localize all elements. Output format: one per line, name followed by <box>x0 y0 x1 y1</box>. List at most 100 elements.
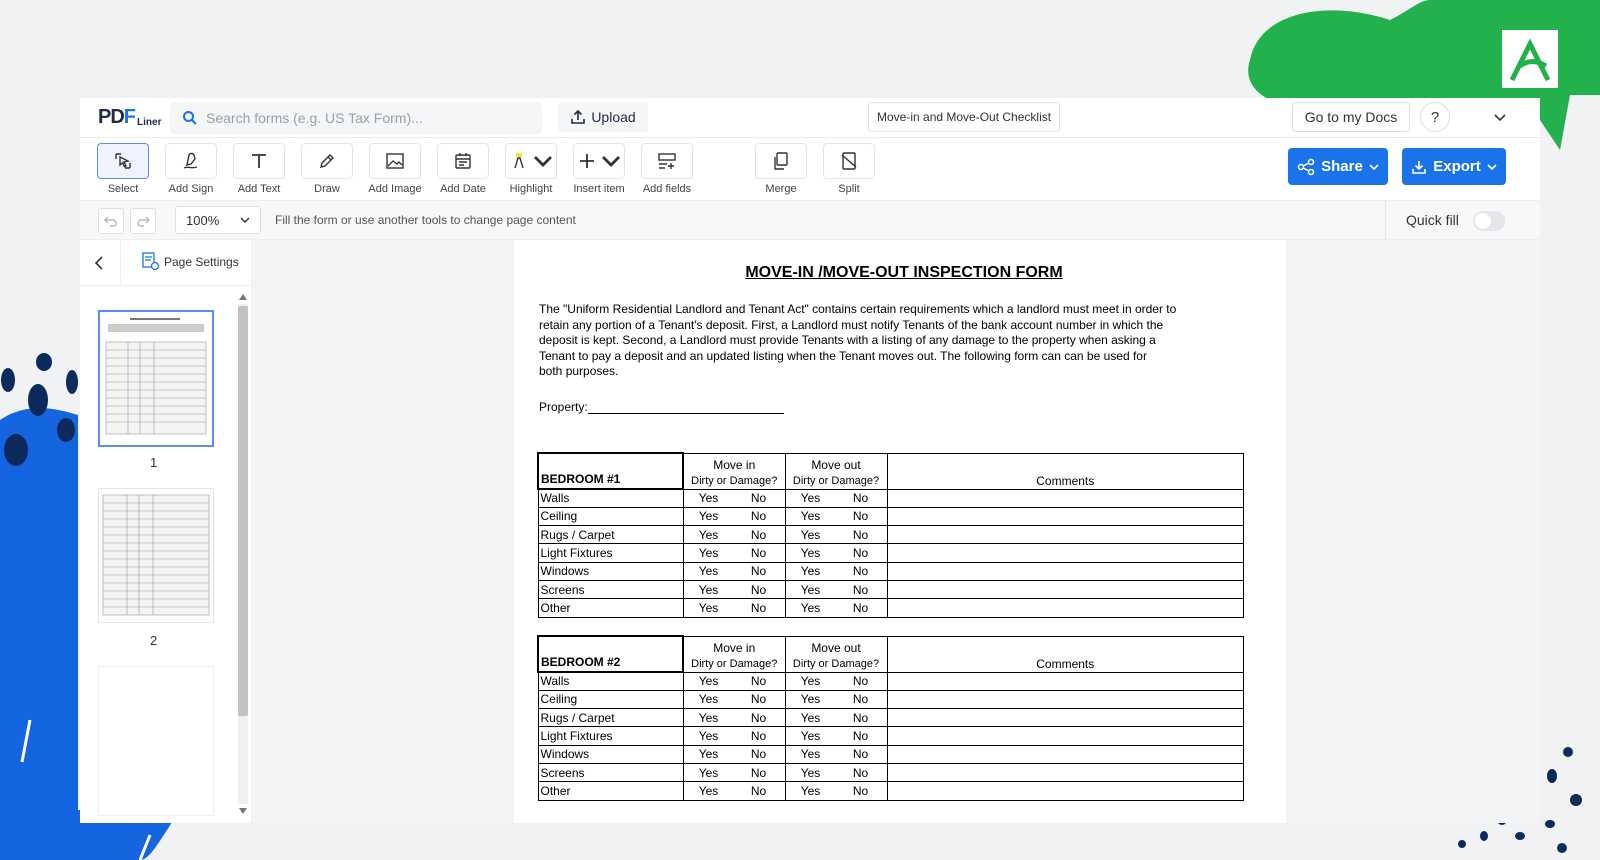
no-option[interactable]: No <box>734 728 784 744</box>
yes-option[interactable]: Yes <box>786 783 836 799</box>
no-option[interactable]: No <box>734 582 784 598</box>
move-in-choice[interactable]: Yes No <box>682 708 786 728</box>
move-in-choice[interactable]: Yes No <box>682 561 786 581</box>
select-tool[interactable]: Select <box>93 143 153 195</box>
zoom-select[interactable]: 100% <box>175 206 261 234</box>
yes-option[interactable]: Yes <box>786 710 836 726</box>
yes-option[interactable]: Yes <box>786 673 836 689</box>
move-out-choice[interactable]: Yes No <box>784 506 888 527</box>
move-in-choice[interactable]: Yes No <box>682 525 786 545</box>
move-out-choice[interactable]: Yes No <box>784 488 888 508</box>
no-option[interactable]: No <box>734 600 784 616</box>
yes-option[interactable]: Yes <box>684 545 734 561</box>
no-option[interactable]: No <box>734 691 784 707</box>
scroll-thumb[interactable] <box>238 306 248 716</box>
move-out-choice[interactable]: Yes No <box>784 671 888 691</box>
export-button[interactable]: Export <box>1402 148 1506 185</box>
yes-option[interactable]: Yes <box>684 582 734 598</box>
no-option[interactable]: No <box>836 582 886 598</box>
move-in-choice[interactable]: Yes No <box>682 781 786 801</box>
comment-cell[interactable] <box>886 543 1244 563</box>
comment-cell[interactable] <box>886 726 1244 746</box>
no-option[interactable]: No <box>734 765 784 781</box>
add-sign-tool[interactable]: Add Sign <box>161 143 221 195</box>
comment-cell[interactable] <box>886 561 1244 581</box>
move-in-choice[interactable]: Yes No <box>682 506 786 527</box>
move-in-choice[interactable]: Yes No <box>682 744 786 764</box>
no-option[interactable]: No <box>734 563 784 579</box>
comment-cell[interactable] <box>886 506 1244 527</box>
page-thumbnail-1[interactable] <box>98 310 214 447</box>
yes-option[interactable]: Yes <box>684 600 734 616</box>
comment-cell[interactable] <box>886 525 1244 545</box>
yes-option[interactable]: Yes <box>786 728 836 744</box>
move-out-choice[interactable]: Yes No <box>784 561 888 581</box>
no-option[interactable]: No <box>734 783 784 799</box>
move-in-choice[interactable]: Yes No <box>682 488 786 508</box>
no-option[interactable]: No <box>836 691 886 707</box>
yes-option[interactable]: Yes <box>786 746 836 762</box>
yes-option[interactable]: Yes <box>684 490 734 506</box>
upload-button[interactable]: Upload <box>558 102 648 132</box>
comment-cell[interactable] <box>886 708 1244 728</box>
move-out-choice[interactable]: Yes No <box>784 689 888 710</box>
yes-option[interactable]: Yes <box>786 600 836 616</box>
no-option[interactable]: No <box>836 783 886 799</box>
sidebar-scrollbar[interactable] <box>236 294 248 814</box>
no-option[interactable]: No <box>734 710 784 726</box>
no-option[interactable]: No <box>836 710 886 726</box>
move-in-choice[interactable]: Yes No <box>682 598 786 618</box>
no-option[interactable]: No <box>836 527 886 543</box>
no-option[interactable]: No <box>734 545 784 561</box>
comment-cell[interactable] <box>886 488 1244 508</box>
no-option[interactable]: No <box>734 490 784 506</box>
move-in-choice[interactable]: Yes No <box>682 726 786 746</box>
comment-cell[interactable] <box>886 579 1244 600</box>
no-option[interactable]: No <box>734 746 784 762</box>
split-tool[interactable]: Split <box>819 143 879 195</box>
no-option[interactable]: No <box>836 490 886 506</box>
insert-item-tool[interactable]: Insert item <box>569 143 629 195</box>
page-thumbnail-3[interactable] <box>98 666 214 816</box>
comment-cell[interactable] <box>886 762 1244 783</box>
no-option[interactable]: No <box>836 563 886 579</box>
no-option[interactable]: No <box>836 508 886 524</box>
yes-option[interactable]: Yes <box>684 746 734 762</box>
move-out-choice[interactable]: Yes No <box>784 525 888 545</box>
yes-option[interactable]: Yes <box>786 563 836 579</box>
page-settings-button[interactable]: Page Settings <box>142 252 239 272</box>
document-title[interactable]: Move-in and Move-Out Checklist <box>868 102 1061 132</box>
move-in-choice[interactable]: Yes No <box>682 762 786 783</box>
yes-option[interactable]: Yes <box>786 765 836 781</box>
no-option[interactable]: No <box>734 508 784 524</box>
add-text-tool[interactable]: Add Text <box>229 143 289 195</box>
yes-option[interactable]: Yes <box>684 527 734 543</box>
move-out-choice[interactable]: Yes No <box>784 762 888 783</box>
page-thumbnail-2[interactable] <box>98 488 214 623</box>
no-option[interactable]: No <box>734 527 784 543</box>
yes-option[interactable]: Yes <box>684 563 734 579</box>
collapse-sidebar-button[interactable] <box>88 252 110 274</box>
no-option[interactable]: No <box>836 765 886 781</box>
no-option[interactable]: No <box>836 728 886 744</box>
no-option[interactable]: No <box>734 673 784 689</box>
comment-cell[interactable] <box>886 671 1244 691</box>
yes-option[interactable]: Yes <box>786 490 836 506</box>
chevron-down-icon[interactable] <box>1490 108 1510 128</box>
yes-option[interactable]: Yes <box>684 783 734 799</box>
move-out-choice[interactable]: Yes No <box>784 708 888 728</box>
search-input[interactable] <box>206 110 526 126</box>
document-page[interactable]: MOVE-IN /MOVE-OUT INSPECTION FORM The "U… <box>514 240 1286 823</box>
yes-option[interactable]: Yes <box>786 582 836 598</box>
merge-tool[interactable]: Merge <box>751 143 811 195</box>
move-out-choice[interactable]: Yes No <box>784 744 888 764</box>
quick-fill-toggle[interactable] <box>1473 211 1505 231</box>
yes-option[interactable]: Yes <box>684 673 734 689</box>
add-fields-tool[interactable]: Add fields <box>637 143 697 195</box>
comment-cell[interactable] <box>886 598 1244 618</box>
comment-cell[interactable] <box>886 781 1244 801</box>
property-input-line[interactable] <box>587 402 784 414</box>
search-box[interactable] <box>170 102 542 134</box>
property-field[interactable]: Property: <box>539 400 784 414</box>
comment-cell[interactable] <box>886 689 1244 710</box>
